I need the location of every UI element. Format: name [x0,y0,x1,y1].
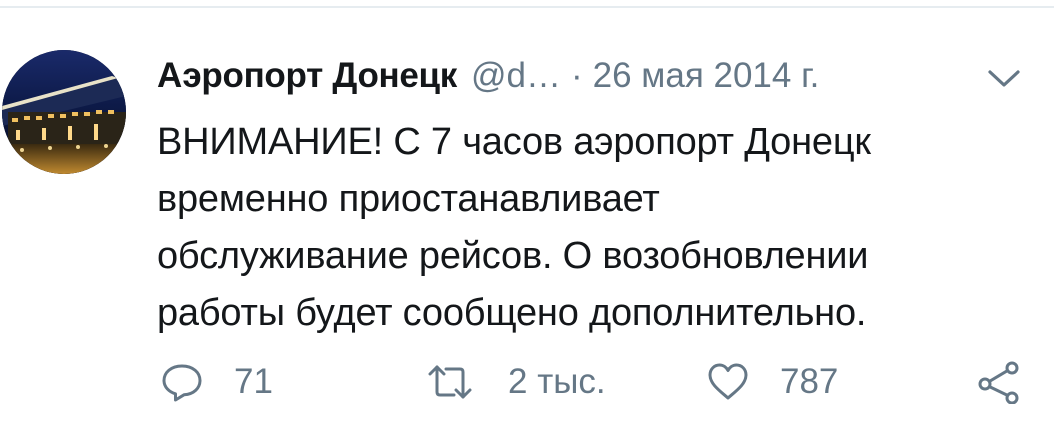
reply-button[interactable]: 71 [160,352,273,412]
share-icon [976,360,1020,405]
retweet-icon [428,360,472,404]
retweet-button[interactable]: 2 тыс. [428,352,606,412]
reply-count: 71 [234,362,273,401]
author-display-name[interactable]: Аэропорт Донецк [157,54,457,98]
airport-night-photo [2,50,126,174]
tweet-timestamp[interactable]: 26 мая 2014 г. [593,54,820,98]
author-handle[interactable]: @d… [471,54,561,98]
chevron-down-icon[interactable] [984,64,1024,92]
heart-icon [706,360,750,404]
tweet-actions: 71 2 тыс. 787 [0,352,1054,412]
like-count: 787 [780,362,839,401]
tweet-text: ВНИМАНИЕ! С 7 часов аэропорт Донецк врем… [157,121,871,334]
reply-icon [160,360,204,404]
share-button[interactable] [976,352,1020,412]
header-separator: · [570,56,583,95]
retweet-count: 2 тыс. [508,362,606,401]
top-divider [0,0,1054,8]
tweet-header: Аэропорт Донецк @d… · 26 мая 2014 г. [157,54,819,98]
like-button[interactable]: 787 [706,352,838,412]
avatar[interactable] [2,50,126,174]
